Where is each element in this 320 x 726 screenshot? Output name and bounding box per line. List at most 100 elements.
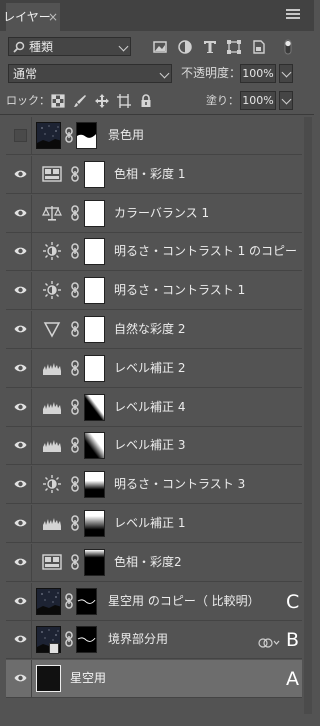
hue-saturation-adjustment-icon[interactable]	[42, 553, 62, 571]
link-icon[interactable]	[70, 243, 80, 260]
layer-name[interactable]: 星空用 のコピー（ 比較明）	[108, 583, 260, 620]
layer-name[interactable]: 色相・彩度2	[114, 544, 182, 581]
link-icon[interactable]	[70, 166, 80, 182]
layer-mask-thumbnail[interactable]	[84, 510, 105, 537]
layer-row[interactable]: カラーバランス 1	[6, 194, 302, 233]
layer-name[interactable]: 境界部分用	[108, 621, 168, 658]
layer-row[interactable]: 明るさ・コントラスト 3	[6, 466, 302, 505]
fill-input[interactable]: 100%	[240, 91, 276, 110]
layer-row[interactable]: 星空用 A	[6, 660, 302, 699]
filter-kind-select[interactable]: 種類	[8, 37, 131, 56]
layer-thumbnail[interactable]	[36, 122, 61, 149]
layer-mask-thumbnail[interactable]	[84, 316, 105, 343]
link-icon[interactable]	[70, 515, 80, 531]
panel-menu-icon[interactable]	[286, 9, 300, 19]
layer-visibility-toggle[interactable]	[8, 660, 32, 698]
layer-name[interactable]: レベル補正 3	[114, 427, 185, 464]
lock-position-icon[interactable]	[95, 93, 109, 108]
layer-row[interactable]: レベル補正 1	[6, 505, 302, 543]
lock-paint-icon[interactable]	[73, 93, 87, 107]
vibrance-adjustment-icon[interactable]	[42, 320, 62, 338]
color-balance-adjustment-icon[interactable]	[42, 204, 62, 222]
layer-row[interactable]: 景色用	[6, 117, 302, 155]
link-icon[interactable]	[70, 204, 80, 221]
layer-row[interactable]: 自然な彩度 2	[6, 311, 302, 349]
type-filter-icon[interactable]	[202, 39, 218, 55]
layer-name[interactable]: 自然な彩度 2	[114, 311, 185, 348]
opacity-dropdown-button[interactable]	[279, 64, 293, 83]
levels-adjustment-icon[interactable]	[42, 436, 62, 454]
link-icon[interactable]	[70, 360, 80, 376]
shape-filter-icon[interactable]	[226, 39, 242, 55]
levels-adjustment-icon[interactable]	[42, 514, 62, 532]
layer-visibility-toggle[interactable]	[8, 582, 32, 620]
layer-visibility-toggle[interactable]	[8, 117, 32, 154]
layer-visibility-toggle[interactable]	[8, 272, 32, 310]
layer-row[interactable]: 明るさ・コントラスト 1 のコピー	[6, 233, 302, 272]
layer-mask-thumbnail[interactable]	[84, 548, 105, 576]
layer-mask-thumbnail[interactable]	[84, 238, 105, 266]
layer-name[interactable]: 景色用	[108, 117, 144, 154]
layer-visibility-toggle[interactable]	[8, 427, 32, 465]
levels-adjustment-icon[interactable]	[42, 359, 62, 377]
layer-name[interactable]: レベル補正 1	[114, 505, 185, 542]
layer-visibility-toggle[interactable]	[8, 543, 32, 581]
hue-saturation-adjustment-icon[interactable]	[42, 165, 62, 183]
layer-mask-thumbnail[interactable]	[84, 471, 105, 499]
layer-mask-thumbnail[interactable]	[76, 122, 97, 149]
layer-row[interactable]: 境界部分用 B	[6, 621, 302, 660]
layer-visibility-toggle[interactable]	[8, 233, 32, 271]
layer-visibility-toggle[interactable]	[8, 621, 32, 659]
link-icon[interactable]	[70, 282, 80, 298]
layer-name[interactable]: 明るさ・コントラスト 1 のコピー	[114, 233, 297, 270]
layer-mask-thumbnail[interactable]	[84, 199, 105, 227]
link-icon[interactable]	[64, 127, 74, 143]
link-icon[interactable]	[70, 321, 80, 337]
brightness-contrast-adjustment-icon[interactable]	[42, 475, 62, 494]
layer-mask-thumbnail[interactable]	[76, 626, 97, 654]
link-icon[interactable]	[70, 437, 80, 454]
lock-transparent-icon[interactable]	[51, 93, 65, 108]
link-icon[interactable]	[64, 631, 74, 648]
opacity-input[interactable]: 100%	[240, 64, 276, 83]
layer-visibility-toggle[interactable]	[8, 466, 32, 504]
layer-visibility-toggle[interactable]	[8, 349, 32, 387]
layer-name[interactable]: カラーバランス 1	[114, 195, 209, 232]
layer-mask-thumbnail[interactable]	[84, 160, 105, 188]
layer-name[interactable]: 明るさ・コントラスト 1	[114, 272, 245, 309]
layer-mask-thumbnail[interactable]	[84, 432, 105, 460]
tab-close-icon[interactable]: ×	[48, 3, 60, 31]
lock-all-icon[interactable]	[139, 93, 153, 107]
layer-row[interactable]: 色相・彩度2	[6, 543, 302, 582]
layer-thumbnail[interactable]	[36, 665, 61, 693]
layer-list[interactable]: 景色用 色相・彩度 1 カラーバランス 1 明るさ・コントラスト 1 のコピー 明るさ・…	[6, 117, 302, 714]
layer-row[interactable]: 星空用 のコピー（ 比較明） C	[6, 582, 302, 621]
layer-name[interactable]: レベル補正 2	[114, 350, 185, 387]
layer-name[interactable]: 色相・彩度 1	[114, 156, 185, 193]
brightness-contrast-adjustment-icon[interactable]	[42, 281, 62, 300]
layer-visibility-toggle[interactable]	[8, 194, 32, 232]
link-icon[interactable]	[70, 554, 80, 570]
layer-visibility-toggle[interactable]	[8, 388, 32, 426]
layer-name[interactable]: レベル補正 4	[114, 389, 185, 426]
layer-row[interactable]: 色相・彩度 1	[6, 155, 302, 194]
layer-visibility-toggle[interactable]	[8, 311, 32, 348]
link-icon[interactable]	[70, 398, 80, 415]
link-icon[interactable]	[70, 476, 80, 492]
layer-mask-thumbnail[interactable]	[76, 587, 97, 615]
smart-object-filter-icon[interactable]	[251, 39, 267, 55]
link-icon[interactable]	[64, 592, 74, 609]
pixel-filter-icon[interactable]	[152, 39, 168, 55]
layer-visibility-toggle[interactable]	[8, 155, 32, 193]
layer-row[interactable]: レベル補正 4	[6, 388, 302, 427]
adjustment-filter-icon[interactable]	[177, 39, 193, 55]
smart-filter-icon[interactable]	[258, 634, 280, 648]
layer-visibility-toggle[interactable]	[8, 505, 32, 542]
layer-row[interactable]: レベル補正 3	[6, 427, 302, 466]
layer-mask-thumbnail[interactable]	[84, 277, 105, 305]
layer-row[interactable]: レベル補正 2	[6, 349, 302, 388]
layer-name[interactable]: 星空用	[70, 660, 106, 697]
filter-toggle-switch[interactable]	[284, 39, 292, 55]
layer-list-scrollbar[interactable]	[304, 117, 312, 714]
layer-row[interactable]: 明るさ・コントラスト 1	[6, 272, 302, 311]
